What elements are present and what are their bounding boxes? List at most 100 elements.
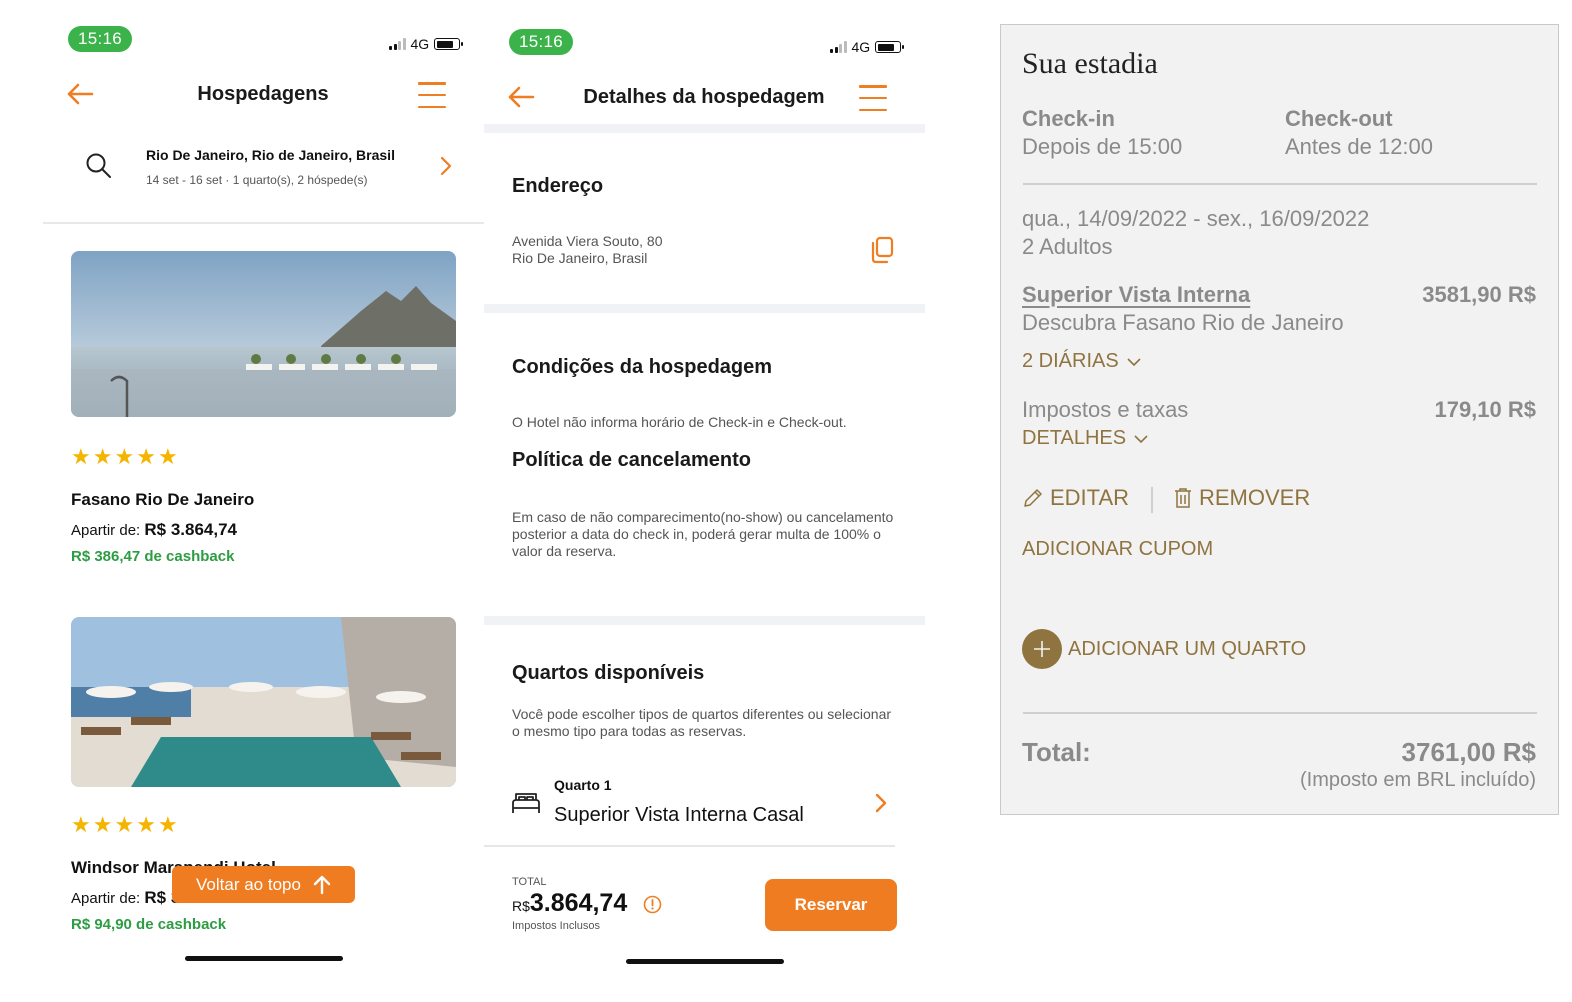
hotel-photo-fasano[interactable] <box>71 251 456 417</box>
signal-icon <box>389 38 406 50</box>
back-arrow-icon[interactable] <box>506 82 536 112</box>
search-destination: Rio De Janeiro, Rio de Janeiro, Brasil <box>146 147 395 163</box>
hotel-name[interactable]: Fasano Rio De Janeiro <box>71 490 254 510</box>
bed-icon <box>512 793 540 813</box>
star-icon: ★ <box>114 444 135 469</box>
address-text: Avenida Viera Souto, 80 Rio De Janeiro, … <box>512 233 663 267</box>
star-icon: ★ <box>136 444 156 469</box>
battery-icon <box>434 38 464 50</box>
search-summary[interactable]: Rio De Janeiro, Rio de Janeiro, Brasil 1… <box>43 130 484 220</box>
total-label: Total: <box>1022 737 1091 767</box>
taxes-label: Impostos e taxas <box>1022 397 1189 422</box>
page-title: Detalhes da hospedagem <box>583 86 825 108</box>
back-arrow-icon[interactable] <box>65 79 95 109</box>
section-divider <box>484 124 925 133</box>
chevron-right-icon <box>440 156 452 176</box>
hotel-price: Apartir de: R$ 3 <box>71 888 180 908</box>
rooms-title: Quartos disponíveis <box>512 662 705 684</box>
plus-icon <box>1022 629 1062 669</box>
back-to-top-label: Voltar ao topo <box>196 874 301 894</box>
divider <box>43 222 484 224</box>
network-label: 4G <box>851 39 871 55</box>
trash-icon <box>1175 488 1191 508</box>
status-icons: 4G <box>830 39 905 55</box>
cashback-text: R$ 94,90 de cashback <box>71 916 227 933</box>
add-coupon-button[interactable]: ADICIONAR CUPOM <box>1022 538 1213 561</box>
page-title: Hospedagens <box>197 83 329 105</box>
address-line2: Rio De Janeiro, Brasil <box>512 250 648 266</box>
total-value: 3761,00 R$ <box>1401 737 1536 767</box>
cashback-text: R$ 386,47 de cashback <box>71 548 235 565</box>
search-details: 14 set - 16 set · 1 quarto(s), 2 hóspede… <box>146 173 368 187</box>
cancellation-text: Em caso de não comparecimento(no-show) o… <box>512 509 894 559</box>
network-label: 4G <box>410 36 430 52</box>
status-time: 15:16 <box>509 29 573 55</box>
section-divider <box>484 616 925 625</box>
rating-stars: ★ ★ ★ ★ ★ <box>71 814 178 836</box>
reserve-button[interactable]: Reservar <box>765 879 897 931</box>
home-indicator <box>185 956 343 961</box>
arrow-up-icon <box>313 875 331 894</box>
taxes-note: Impostos Inclusos <box>512 920 601 932</box>
section-divider <box>484 304 925 313</box>
remove-label: REMOVER <box>1199 485 1311 510</box>
hotel-photo-windsor[interactable] <box>71 617 456 787</box>
room-name-link[interactable]: Superior Vista Interna <box>1022 282 1250 308</box>
checkin-value: Depois de 15:00 <box>1022 134 1183 159</box>
total-amount: 3.864,74 <box>529 889 628 917</box>
add-room-button[interactable]: ADICIONAR UM QUARTO <box>1022 629 1306 669</box>
room-selector[interactable]: Quarto 1 Superior Vista Interna Casal <box>484 765 925 845</box>
star-icon: ★ <box>92 444 113 469</box>
rooms-text: Você pode escolher tipos de quartos dife… <box>512 706 892 739</box>
stay-dates: qua., 14/09/2022 - sex., 16/09/2022 <box>1022 206 1370 231</box>
star-icon: ★ <box>114 812 135 837</box>
divider <box>484 845 895 847</box>
guest-count: 2 Adultos <box>1022 234 1113 259</box>
currency: R$ <box>512 898 530 914</box>
star-icon: ★ <box>157 812 178 837</box>
room-price: 3581,90 R$ <box>1422 282 1536 307</box>
nights-toggle[interactable]: 2 DIÁRIAS <box>1022 350 1141 373</box>
back-to-top-button[interactable]: Voltar ao topo <box>172 866 355 903</box>
star-icon: ★ <box>157 444 178 469</box>
price-value: R$ 3.864,74 <box>144 520 238 539</box>
conditions-title: Condições da hospedagem <box>512 356 773 378</box>
rating-stars: ★ ★ ★ ★ ★ <box>71 446 178 468</box>
address-title: Endereço <box>512 175 604 197</box>
conditions-text: O Hotel não informa horário de Check-in … <box>512 414 847 430</box>
search-icon <box>86 153 111 178</box>
edit-label: EDITAR <box>1050 485 1130 510</box>
star-icon: ★ <box>92 812 113 837</box>
address-line1: Avenida Viera Souto, 80 <box>512 233 663 249</box>
chevron-down-icon <box>1134 434 1148 443</box>
chevron-down-icon <box>1127 357 1141 366</box>
battery-icon <box>875 41 905 53</box>
room-name: Superior Vista Interna Casal <box>554 804 804 826</box>
remove-button[interactable]: REMOVER <box>1173 485 1310 511</box>
divider <box>1151 487 1153 513</box>
status-time: 15:16 <box>68 26 132 52</box>
divider <box>1023 712 1537 714</box>
checkout-value: Antes de 12:00 <box>1285 134 1434 159</box>
signal-icon <box>830 41 847 53</box>
menu-icon[interactable] <box>418 82 446 108</box>
copy-icon[interactable] <box>868 235 896 265</box>
star-icon: ★ <box>136 812 156 837</box>
price-label: Apartir de: <box>71 890 141 907</box>
price-label: Apartir de: <box>71 522 141 539</box>
nights-label: 2 DIÁRIAS <box>1022 350 1119 372</box>
star-icon: ★ <box>71 444 91 469</box>
room-label: Quarto 1 <box>554 777 612 793</box>
status-icons: 4G <box>389 36 464 52</box>
taxes-details-toggle[interactable]: DETALHES <box>1022 427 1148 450</box>
info-icon[interactable] <box>643 895 662 914</box>
taxes-details-label: DETALHES <box>1022 427 1127 449</box>
cancellation-title: Política de cancelamento <box>512 449 751 471</box>
total-price: R$3.864,74 <box>512 889 627 918</box>
edit-button[interactable]: EDITAR <box>1022 485 1129 511</box>
star-icon: ★ <box>71 812 91 837</box>
chevron-right-icon <box>875 793 887 813</box>
menu-icon[interactable] <box>859 85 887 111</box>
stay-summary-card: Sua estadia Check-in Depois de 15:00 Che… <box>1000 24 1559 815</box>
home-indicator <box>626 959 784 964</box>
